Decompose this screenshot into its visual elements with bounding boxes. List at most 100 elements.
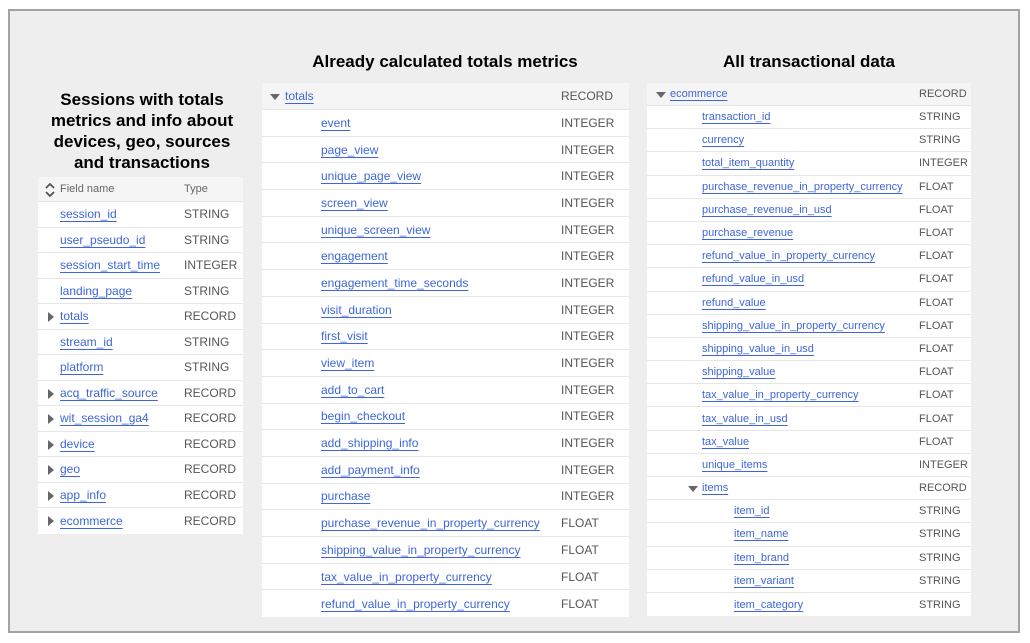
field-name-link[interactable]: unique_screen_view <box>321 223 430 237</box>
table-row[interactable]: session_start_time INTEGER <box>38 253 243 279</box>
field-name-link[interactable]: purchase_revenue <box>702 227 793 239</box>
field-name-link[interactable]: item_brand <box>734 552 789 564</box>
table-row[interactable]: item_variant STRING <box>647 570 971 593</box>
field-name-link[interactable]: user_pseudo_id <box>60 233 145 247</box>
field-name-link[interactable]: shipping_value_in_property_currency <box>702 320 885 332</box>
field-name-link[interactable]: shipping_value <box>702 366 775 378</box>
field-name-link[interactable]: first_visit <box>321 329 368 343</box>
table-row[interactable]: purchase_revenue FLOAT <box>647 222 971 246</box>
table-row[interactable]: shipping_value_in_property_currency FLOAT <box>647 315 971 338</box>
field-name-link[interactable]: session_start_time <box>60 258 160 272</box>
table-row[interactable]: view_item INTEGER <box>262 350 629 377</box>
field-name-link[interactable]: event <box>321 116 350 130</box>
field-name-link[interactable]: ecommerce <box>670 88 727 100</box>
field-name-link[interactable]: page_view <box>321 143 378 157</box>
table-row[interactable]: total_item_quantity INTEGER <box>647 152 971 176</box>
field-name-link[interactable]: shipping_value_in_usd <box>702 343 814 355</box>
collapse-caret-icon[interactable] <box>656 92 666 98</box>
table-row[interactable]: first_visit INTEGER <box>262 324 629 351</box>
table-row[interactable]: totals RECORD <box>38 304 243 330</box>
table-row[interactable]: purchase_revenue_in_property_currency FLO… <box>647 176 971 199</box>
field-name-link[interactable]: unique_items <box>702 459 767 471</box>
field-name-link[interactable]: purchase_revenue_in_property_currency <box>702 181 903 193</box>
table-row[interactable]: stream_id STRING <box>38 330 243 355</box>
field-name-link[interactable]: add_shipping_info <box>321 436 418 450</box>
table-row[interactable]: visit_duration INTEGER <box>262 297 629 324</box>
table-row-parent[interactable]: totals RECORD <box>262 83 629 110</box>
table-row[interactable]: item_brand STRING <box>647 547 971 570</box>
table-row[interactable]: refund_value_in_property_currency FLOAT <box>647 245 971 269</box>
table-row[interactable]: refund_value_in_usd FLOAT <box>647 268 971 292</box>
table-row[interactable]: user_pseudo_id STRING <box>38 228 243 253</box>
table-row[interactable]: landing_page STRING <box>38 279 243 304</box>
table-row[interactable]: ecommerce RECORD <box>38 508 243 534</box>
expand-caret-icon[interactable] <box>48 388 54 399</box>
table-row-parent[interactable]: ecommerce RECORD <box>647 83 971 106</box>
field-name-link[interactable]: item_name <box>734 528 788 540</box>
field-name-link[interactable]: tax_value_in_property_currency <box>702 389 859 401</box>
field-name-link[interactable]: engagement <box>321 249 388 263</box>
field-name-link[interactable]: transaction_id <box>702 111 771 123</box>
field-name-link[interactable]: purchase_revenue_in_property_currency <box>321 516 540 530</box>
table-row[interactable]: tax_value_in_usd FLOAT <box>647 407 971 431</box>
field-name-link[interactable]: screen_view <box>321 196 388 210</box>
table-row[interactable]: platform STRING <box>38 355 243 381</box>
table-row[interactable]: add_to_cart INTEGER <box>262 377 629 404</box>
field-name-link[interactable]: tax_value <box>702 436 749 448</box>
table-row[interactable]: acq_traffic_source RECORD <box>38 381 243 406</box>
table-row[interactable]: items RECORD <box>647 477 971 501</box>
field-name-link[interactable]: item_id <box>734 505 769 517</box>
table-row[interactable]: engagement_time_seconds INTEGER <box>262 270 629 297</box>
table-row[interactable]: shipping_value_in_property_currency FLOAT <box>262 537 629 564</box>
collapse-caret-icon[interactable] <box>688 486 698 492</box>
table-row[interactable]: app_info RECORD <box>38 483 243 508</box>
field-name-link[interactable]: refund_value_in_usd <box>702 273 804 285</box>
field-name-link[interactable]: purchase <box>321 489 370 503</box>
table-row[interactable]: event INTEGER <box>262 110 629 137</box>
table-row[interactable]: purchase_revenue_in_usd FLOAT <box>647 199 971 222</box>
table-row[interactable]: page_view INTEGER <box>262 137 629 164</box>
field-name-link[interactable]: stream_id <box>60 335 113 349</box>
field-name-link[interactable]: landing_page <box>60 284 132 298</box>
table-row[interactable]: geo RECORD <box>38 457 243 483</box>
table-row[interactable]: purchase_revenue_in_property_currency FLO… <box>262 510 629 537</box>
table-row[interactable]: item_id STRING <box>647 500 971 524</box>
field-name-link[interactable]: view_item <box>321 356 374 370</box>
table-row[interactable]: transaction_id STRING <box>647 106 971 130</box>
field-name-link[interactable]: item_variant <box>734 575 794 587</box>
field-name-link[interactable]: tax_value_in_usd <box>702 413 788 425</box>
field-name-link[interactable]: unique_page_view <box>321 169 421 183</box>
field-name-link[interactable]: shipping_value_in_property_currency <box>321 543 520 557</box>
table-row[interactable]: shipping_value_in_usd FLOAT <box>647 338 971 362</box>
table-row[interactable]: purchase INTEGER <box>262 484 629 511</box>
table-row[interactable]: screen_view INTEGER <box>262 190 629 217</box>
field-name-link[interactable]: geo <box>60 462 80 476</box>
table-row[interactable]: shipping_value FLOAT <box>647 361 971 385</box>
table-row[interactable]: device RECORD <box>38 432 243 457</box>
field-name-header[interactable]: Field name <box>60 183 114 195</box>
table-row[interactable]: currency STRING <box>647 129 971 153</box>
expand-caret-icon[interactable] <box>48 414 54 424</box>
field-name-link[interactable]: currency <box>702 134 744 146</box>
table-row[interactable]: tax_value FLOAT <box>647 431 971 454</box>
field-name-link[interactable]: totals <box>285 89 314 103</box>
table-row[interactable]: refund_value FLOAT <box>647 292 971 315</box>
field-name-link[interactable]: ecommerce <box>60 514 123 528</box>
field-name-link[interactable]: visit_duration <box>321 303 392 317</box>
expand-caret-icon[interactable] <box>48 516 54 526</box>
field-name-link[interactable]: purchase_revenue_in_usd <box>702 204 832 216</box>
field-name-link[interactable]: refund_value_in_property_currency <box>702 250 875 262</box>
table-row[interactable]: begin_checkout INTEGER <box>262 404 629 431</box>
field-name-link[interactable]: items <box>702 482 728 494</box>
field-name-link[interactable]: engagement_time_seconds <box>321 276 468 290</box>
field-name-link[interactable]: add_to_cart <box>321 383 384 397</box>
field-name-link[interactable]: tax_value_in_property_currency <box>321 570 492 584</box>
table-row[interactable]: unique_page_view INTEGER <box>262 163 629 191</box>
field-name-link[interactable]: session_id <box>60 207 117 221</box>
field-name-link[interactable]: wit_session_ga4 <box>60 411 149 425</box>
table-row[interactable]: add_payment_info INTEGER <box>262 457 629 484</box>
field-name-link[interactable]: item_category <box>734 599 803 611</box>
table-row[interactable]: refund_value_in_property_currency FLOAT <box>262 590 629 617</box>
expand-caret-icon[interactable] <box>48 490 54 501</box>
table-row[interactable]: wit_session_ga4 RECORD <box>38 406 243 432</box>
